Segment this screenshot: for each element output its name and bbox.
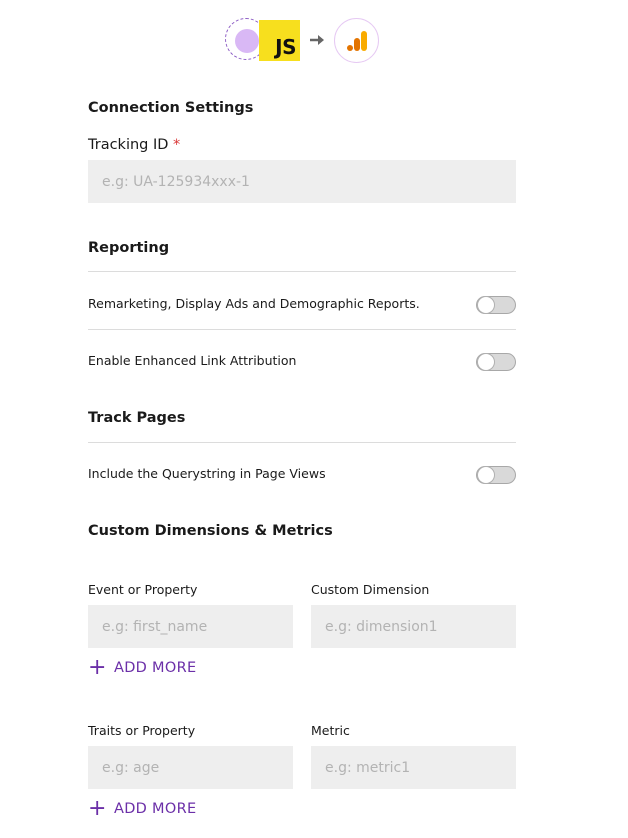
js-badge-text: JS <box>275 35 296 59</box>
remarketing-toggle[interactable] <box>476 296 516 314</box>
toggle-knob <box>478 467 494 483</box>
tracking-id-label: Tracking ID * <box>88 137 180 153</box>
toggle-knob <box>478 297 494 313</box>
divider <box>88 271 516 272</box>
link-attribution-toggle[interactable] <box>476 353 516 371</box>
google-analytics-icon <box>334 18 379 63</box>
remarketing-label: Remarketing, Display Ads and Demographic… <box>88 296 420 311</box>
custom-dimension-input[interactable] <box>311 605 516 648</box>
metric-label: Metric <box>311 723 350 738</box>
add-more-metric-button[interactable]: + ADD MORE <box>88 796 197 821</box>
toggle-knob <box>478 354 494 370</box>
event-or-property-label: Event or Property <box>88 582 198 597</box>
link-attribution-label: Enable Enhanced Link Attribution <box>88 353 297 368</box>
analytics-bars-icon <box>346 30 367 51</box>
add-more-label: ADD MORE <box>114 801 197 817</box>
metric-input[interactable] <box>311 746 516 789</box>
source-dot <box>235 29 259 53</box>
custom-dimension-label: Custom Dimension <box>311 582 430 597</box>
required-asterisk: * <box>173 137 181 153</box>
tracking-id-input[interactable] <box>88 160 516 203</box>
connection-settings-heading: Connection Settings <box>88 100 254 116</box>
querystring-label: Include the Querystring in Page Views <box>88 466 326 481</box>
plus-icon: + <box>88 796 107 821</box>
event-or-property-input[interactable] <box>88 605 293 648</box>
custom-dimensions-heading: Custom Dimensions & Metrics <box>88 523 333 539</box>
querystring-toggle[interactable] <box>476 466 516 484</box>
divider <box>88 329 516 330</box>
traits-or-property-label: Traits or Property <box>88 723 196 738</box>
javascript-icon: JS <box>259 20 300 61</box>
traits-or-property-input[interactable] <box>88 746 293 789</box>
plus-icon: + <box>88 655 107 680</box>
add-more-dimension-button[interactable]: + ADD MORE <box>88 655 197 680</box>
reporting-heading: Reporting <box>88 240 170 256</box>
divider <box>88 442 516 443</box>
tracking-id-label-text: Tracking ID <box>88 137 169 153</box>
arrow-right-icon <box>310 35 324 45</box>
track-pages-heading: Track Pages <box>88 410 186 426</box>
add-more-label: ADD MORE <box>114 660 197 676</box>
